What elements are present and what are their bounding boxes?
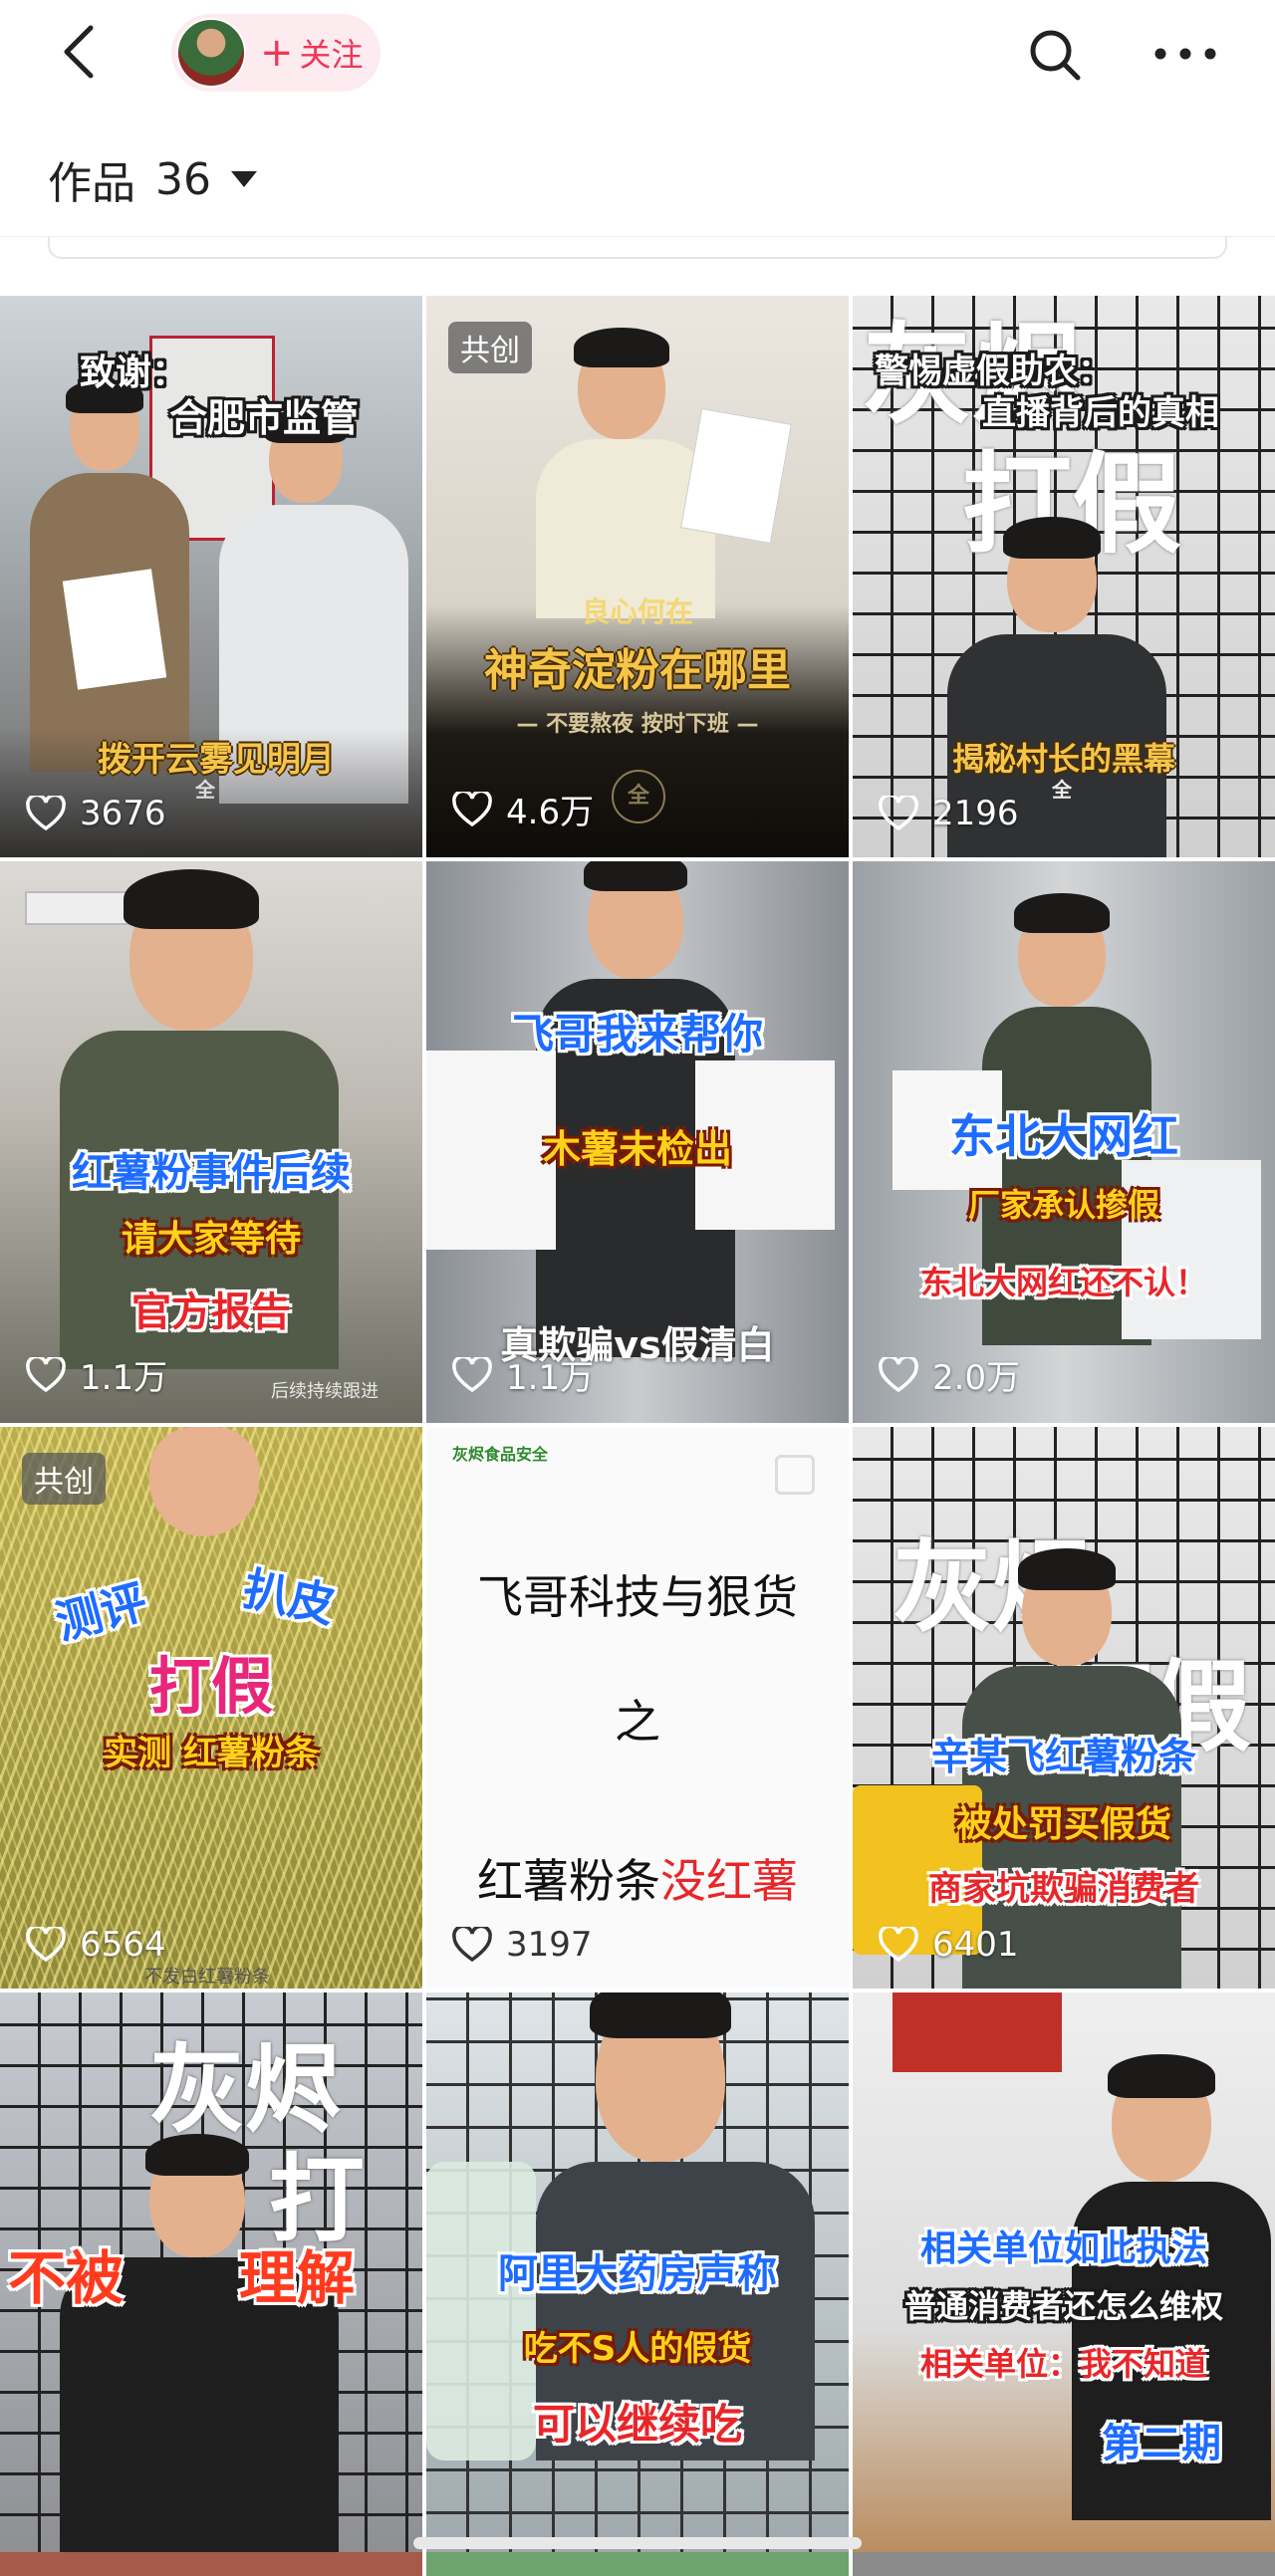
- heart-icon: [26, 1356, 66, 1392]
- video-caption: 全: [612, 770, 665, 823]
- video-caption: 红薯粉条没红薯: [477, 1854, 798, 1908]
- works-label: 作品: [48, 158, 135, 209]
- video-caption: 可以继续吃: [532, 2400, 742, 2449]
- video-tile[interactable]: 共创 良心何在 神奇淀粉在哪里 — 不要熬夜 按时下班 — 全 4.6万: [426, 296, 849, 857]
- video-caption: 后续持续跟进: [271, 1381, 379, 1402]
- video-caption: 打假: [148, 1650, 273, 1723]
- video-caption: 厂家承认掺假: [967, 1186, 1159, 1224]
- next-row-preview: [0, 2552, 1275, 2576]
- video-caption: 神奇淀粉在哪里: [484, 645, 791, 696]
- like-count: 2196: [879, 794, 1019, 833]
- like-count: 2.0万: [879, 1350, 1020, 1399]
- back-icon[interactable]: [55, 22, 105, 82]
- more-icon[interactable]: [1150, 36, 1220, 72]
- video-caption: 商家坑欺骗消费者: [928, 1869, 1199, 1909]
- video-caption: 东北大网红: [949, 1109, 1178, 1163]
- like-count: 3676: [26, 794, 166, 833]
- follow-label: 关注: [299, 36, 364, 74]
- heart-icon: [879, 796, 918, 831]
- author-pill[interactable]: + 关注: [171, 14, 381, 92]
- heart-icon: [452, 791, 492, 826]
- video-caption: 合肥市监管: [169, 396, 360, 440]
- video-caption: 相关单位如此执法: [919, 2228, 1207, 2269]
- document: [62, 569, 167, 690]
- video-caption: 飞哥科技与狠货: [477, 1570, 798, 1624]
- video-caption: 辛某飞红薯粉条: [930, 1735, 1196, 1778]
- video-caption: 全: [1052, 778, 1072, 802]
- heart-icon: [452, 1927, 492, 1963]
- video-caption: 吃不S人的假货: [523, 2329, 752, 2369]
- video-caption: 相关单位：我不知道: [919, 2345, 1207, 2383]
- video-tile[interactable]: 灰烬 打 不被 理解: [0, 1992, 422, 2554]
- video-caption: — 不要熬夜 按时下班 —: [516, 712, 759, 737]
- video-caption: 官方报告: [131, 1289, 291, 1335]
- heart-icon: [26, 1927, 66, 1963]
- search-icon[interactable]: [1026, 26, 1084, 84]
- heart-icon: [879, 1356, 918, 1392]
- scroll-indicator: [413, 2537, 862, 2549]
- video-caption: 拨开云雾见明月: [98, 740, 335, 780]
- video-tile[interactable]: 阿里大药房声称 吃不S人的假货 可以继续吃: [426, 1992, 849, 2554]
- works-count: 36: [155, 153, 211, 205]
- video-tile[interactable]: 致谢： 合肥市监管 拨开云雾见明月 全 3676: [0, 296, 422, 857]
- channel-logo: 灰烬食品安全: [452, 1445, 549, 1464]
- video-caption: 木薯未检出: [542, 1127, 732, 1171]
- cocreate-badge: 共创: [22, 1453, 106, 1505]
- caret-down-icon: [231, 171, 257, 187]
- video-tile[interactable]: 共创 测评 扒皮 打假 实测 红薯粉条 不发白红薯粉条 6564: [0, 1427, 422, 1989]
- follow-button[interactable]: + 关注: [260, 30, 364, 76]
- video-caption: 理解: [239, 2244, 356, 2312]
- finger: [149, 1427, 259, 1536]
- cocreate-badge: 共创: [448, 322, 532, 373]
- like-count: 1.1万: [452, 1350, 594, 1399]
- like-count: 3197: [452, 1925, 593, 1965]
- top-bar: + 关注: [0, 0, 1275, 110]
- works-filter[interactable]: 作品 36: [48, 147, 257, 211]
- plus-icon: +: [260, 30, 294, 76]
- heart-icon: [26, 796, 66, 831]
- video-tile[interactable]: 飞哥我来帮你 木薯未检出 真欺骗vs假清白 1.1万: [426, 861, 849, 1423]
- video-caption: 东北大网红还不认！: [919, 1264, 1207, 1301]
- video-tile[interactable]: 灰烬食品安全 飞哥科技与狠货 之 红薯粉条没红薯 3197: [426, 1427, 849, 1989]
- avatar[interactable]: [176, 18, 246, 88]
- video-caption: 之: [615, 1695, 660, 1749]
- heart-icon: [452, 1356, 492, 1392]
- video-caption: 不被: [8, 2244, 125, 2312]
- multi-image-icon: [775, 1455, 815, 1495]
- like-count: 6401: [879, 1925, 1019, 1965]
- video-caption: 第二期: [1102, 2421, 1221, 2466]
- like-count: 6564: [26, 1925, 166, 1965]
- air-conditioner: [25, 891, 138, 925]
- video-caption: 飞哥我来帮你: [511, 1010, 763, 1058]
- video-caption: 良心何在: [581, 595, 693, 628]
- video-tile[interactable]: 红薯粉事件后续 请大家等待 官方报告 后续持续跟进 1.1万: [0, 861, 422, 1423]
- video-tile[interactable]: 相关单位如此执法 普通消费者还怎么维权 相关单位：我不知道 第二期: [853, 1992, 1275, 2554]
- like-count: 1.1万: [26, 1350, 167, 1399]
- video-caption: 请大家等待: [121, 1219, 301, 1260]
- video-caption: 全: [195, 778, 215, 802]
- red-banner: [892, 1992, 1062, 2072]
- video-caption: 被处罚买假货: [955, 1804, 1171, 1845]
- collapsed-card-edge: [48, 237, 1227, 259]
- video-caption: 普通消费者还怎么维权: [903, 2287, 1223, 2325]
- like-count: 4.6万: [452, 785, 594, 833]
- video-caption: 不发白红薯粉条: [144, 1967, 270, 1988]
- video-tile[interactable]: 灰烬 打假 警惕虚假助农： 直播背后的真相 揭秘村长的黑幕 全 2196: [853, 296, 1275, 857]
- video-tile[interactable]: 灰烬 打假 辛某飞红薯粉条 被处罚买假货 商家坑欺骗消费者 6401: [853, 1427, 1275, 1989]
- video-caption: 实测 红薯粉条: [104, 1734, 319, 1773]
- video-tile[interactable]: 东北大网红 厂家承认掺假 东北大网红还不认！ 2.0万: [853, 861, 1275, 1423]
- video-caption: 直播背后的真相: [982, 393, 1219, 433]
- heart-icon: [879, 1927, 918, 1963]
- video-caption: 阿里大药房声称: [498, 2251, 777, 2297]
- video-caption: 红薯粉事件后续: [72, 1150, 351, 1196]
